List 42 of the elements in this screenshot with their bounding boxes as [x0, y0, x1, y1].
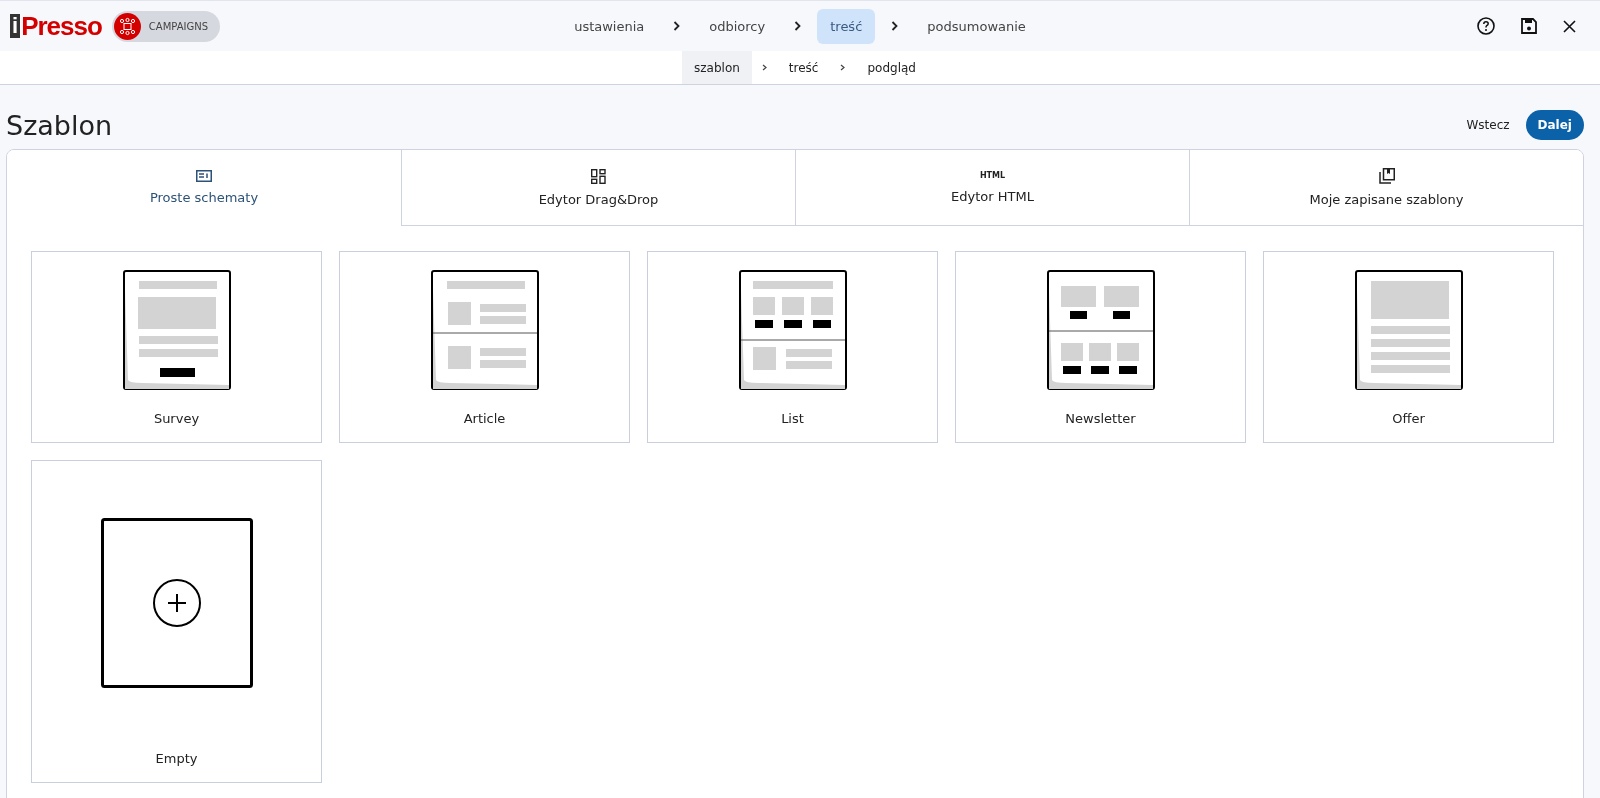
back-button[interactable]: Wstecz — [1462, 112, 1514, 138]
template-name: Survey — [153, 411, 200, 426]
badge-label: CAMPAIGNS — [148, 20, 209, 32]
page-title: Szablon — [6, 109, 113, 141]
module-badge[interactable]: CAMPAIGNS — [111, 10, 221, 42]
template-name: Newsletter — [1065, 411, 1136, 426]
article-icon — [196, 170, 212, 182]
chevron-icon — [891, 21, 899, 31]
template-name: List — [781, 411, 804, 426]
chevron-icon — [794, 21, 802, 31]
help-icon[interactable] — [1477, 17, 1495, 35]
substep-tab[interactable]: szablon — [682, 51, 752, 84]
logo-text: Presso — [21, 10, 102, 42]
save-icon[interactable] — [1521, 18, 1537, 34]
close-icon[interactable] — [1563, 19, 1576, 33]
template-name: Article — [463, 411, 506, 426]
template-card[interactable]: Offer — [1263, 251, 1554, 443]
next-button[interactable]: Dalej — [1525, 110, 1584, 140]
editor-tab[interactable]: Edytor Drag&Drop — [401, 150, 795, 226]
chevron-icon — [840, 64, 846, 71]
editor-tab[interactable]: Moje zapisane szablony — [1189, 150, 1583, 226]
editor-tab[interactable]: HTML Edytor HTML — [795, 150, 1189, 226]
step-tab[interactable]: podsumowanie — [914, 8, 1039, 44]
step-tab[interactable]: odbiorcy — [696, 8, 779, 44]
step-tab[interactable]: ustawienia — [561, 8, 658, 44]
chevron-icon — [673, 21, 681, 31]
template-name: Offer — [1392, 411, 1425, 426]
template-card[interactable]: Newsletter — [955, 251, 1246, 443]
chevron-icon — [761, 64, 767, 71]
bookmark-stack-icon — [1378, 168, 1395, 184]
template-card[interactable]: Empty — [31, 460, 322, 783]
template-card[interactable]: List — [647, 251, 938, 443]
substep-tab[interactable]: podgląd — [855, 51, 928, 84]
html-icon: HTML — [979, 171, 1006, 181]
template-name: Empty — [155, 751, 198, 766]
template-card[interactable]: Survey — [31, 251, 322, 443]
network-icon — [113, 12, 141, 40]
template-card[interactable]: Article — [339, 251, 630, 443]
step-tab[interactable]: treść — [817, 8, 876, 44]
logo-mark: i — [10, 14, 21, 38]
substep-tab[interactable]: treść — [776, 51, 831, 84]
dashboard-icon — [591, 168, 606, 184]
